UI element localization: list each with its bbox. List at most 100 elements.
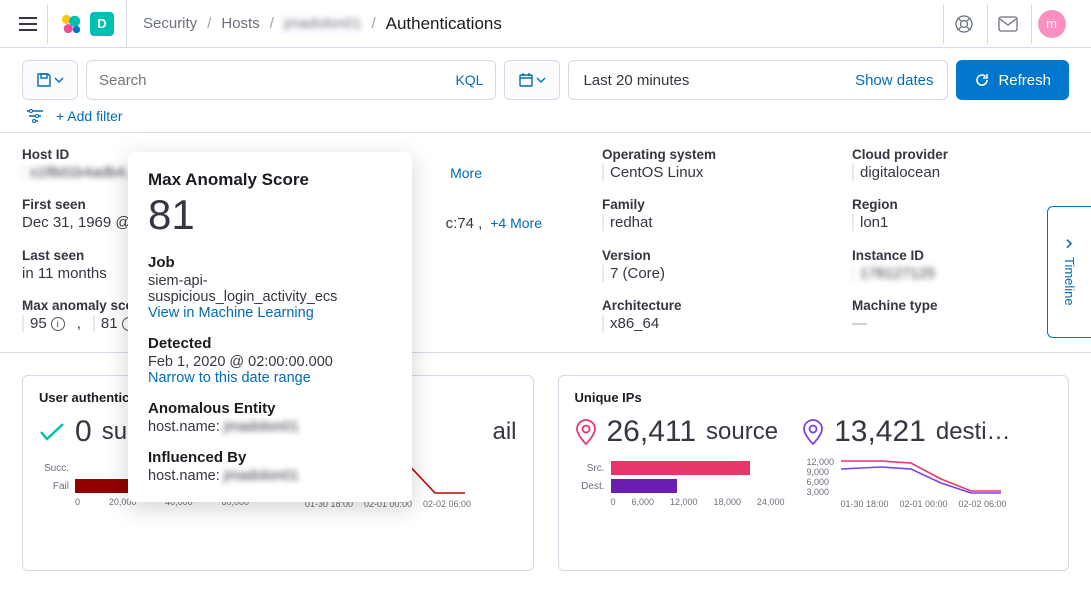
auth-fail-metric-partial: ail [492,418,516,446]
query-bar: KQL Last 20 minutes Show dates Refresh [0,48,1091,108]
breadcrumb-hostname[interactable]: jmadolon01 [284,15,362,32]
lifebuoy-icon [954,14,974,34]
ips-bar-dest-label: Dest. [575,481,605,492]
chevron-down-icon [54,77,64,83]
instance-value[interactable]: 178127125 [852,265,935,282]
checkmark-icon [39,422,65,442]
add-filter-link[interactable]: + Add filter [56,108,123,124]
popover-score: 81 [148,194,392,236]
family-value[interactable]: redhat [602,214,653,231]
filter-options-icon[interactable] [26,109,44,123]
ips-source-count: 26,411 [607,415,697,449]
popover-ml-link[interactable]: View in Machine Learning [148,305,392,321]
ips-source-label: source [706,418,778,446]
popover-influenced-value: host.name: jmadolon01 [148,468,392,484]
auth-success-metric: 0 su [39,415,127,449]
mail-icon [998,16,1018,32]
region-value[interactable]: lon1 [852,214,888,231]
popover-job-value: siem-api-suspicious_login_activity_ecs [148,273,392,305]
refresh-icon [974,72,990,88]
save-icon [36,72,52,88]
ips-line-svg [841,457,1001,497]
cloud-label: Cloud provider [852,147,1091,162]
ips-bar-src-label: Src. [575,463,605,474]
unique-ips-metrics: 26,411 source 13,421 desti… [575,415,1053,449]
arch-label: Architecture [602,298,842,313]
ips-line-chart: 12,0009,0006,0003,000 01-30 18:0002-01 0… [807,457,1007,509]
popover-detected-label: Detected [148,335,392,352]
breadcrumb-sep: / [270,15,274,32]
elastic-logo-icon [60,13,82,35]
auth-bar-succ-label: Succ. [39,463,69,474]
unique-ips-card: Unique IPs 26,411 source 13,421 desti… S… [558,375,1070,571]
menu-icon [19,17,37,31]
popover-narrow-link[interactable]: Narrow to this date range [148,370,392,386]
timeline-flyout-toggle[interactable]: Timeline [1047,206,1091,338]
calendar-icon [518,72,534,88]
ips-bar-chart: Src. Dest. 06,00012,00018,00024,000 [575,457,785,509]
version-label: Version [602,248,842,263]
ips-dest-count: 13,421 [834,415,926,449]
auth-bar-fail-label: Fail [39,481,69,492]
popover-title: Max Anomaly Score [148,170,392,190]
os-label: Operating system [602,147,842,162]
date-range-display[interactable]: Last 20 minutes Show dates [568,60,948,100]
help-button[interactable] [943,4,983,44]
search-box[interactable]: KQL [86,60,496,100]
breadcrumb-sep: / [371,15,375,32]
ips-line-xaxis: 01-30 18:0002-01 00:0002-02 06:00 [841,499,1007,509]
kql-toggle[interactable]: KQL [455,72,483,88]
os-value[interactable]: CentOS Linux [602,164,703,181]
breadcrumb-sep: / [207,15,211,32]
ips-source-metric: 26,411 source [575,415,779,449]
auth-fail-label-partial: ail [492,418,516,446]
unique-ips-title: Unique IPs [575,390,1053,405]
arch-value[interactable]: x86_64 [602,315,659,332]
refresh-button[interactable]: Refresh [956,60,1069,100]
ip-more-link[interactable]: More [450,165,482,181]
topbar-icons: m [943,4,1083,44]
info-icon[interactable]: i [51,317,65,331]
show-dates-link[interactable]: Show dates [855,72,933,89]
saved-query-button[interactable] [22,60,78,100]
newsfeed-button[interactable] [987,4,1027,44]
hamburger-menu-button[interactable] [8,4,48,44]
search-input[interactable] [99,72,455,89]
mac-fragment: c:74 , [446,215,483,232]
timeline-label: Timeline [1062,257,1077,306]
anomaly-score-1[interactable]: 95 i [22,315,65,332]
filter-row: + Add filter [0,108,1091,132]
mac-more-link[interactable]: +4 More [490,215,542,232]
refresh-label: Refresh [998,72,1051,89]
map-pin-icon [575,419,597,445]
chevron-down-icon [536,77,546,83]
popover-entity-label: Anomalous Entity [148,400,392,417]
chevron-left-icon [1065,239,1075,249]
breadcrumb-hosts[interactable]: Hosts [221,15,259,32]
popover-entity-value: host.name: jmadolon01 [148,419,392,435]
auth-success-label-partial: su [102,418,127,446]
auth-success-count: 0 [75,415,92,449]
ips-line-yaxis: 12,0009,0006,0003,000 [807,457,835,493]
popover-detected-value: Feb 1, 2020 @ 02:00:00.000 [148,354,392,370]
space-badge[interactable]: D [90,12,114,36]
ips-charts: Src. Dest. 06,00012,00018,00024,000 12,0… [575,457,1053,509]
ips-dest-metric: 13,421 desti… [802,415,1010,449]
popover-influenced-label: Influenced By [148,449,392,466]
breadcrumb-security[interactable]: Security [143,15,197,32]
ips-bar-xaxis: 06,00012,00018,00024,000 [575,497,785,507]
breadcrumbs: Security / Hosts / jmadolon01 / Authenti… [127,14,943,34]
ips-dest-label: desti… [936,418,1011,446]
logo-block: D [48,0,127,47]
family-label: Family [602,197,842,212]
map-pin-icon [802,419,824,445]
user-menu-button[interactable]: m [1031,4,1071,44]
date-range-text: Last 20 minutes [583,72,689,89]
popover-job-label: Job [148,254,392,271]
anomaly-popover: Max Anomaly Score 81 Job siem-api-suspic… [128,152,412,502]
host-id-value[interactable]: s1f8d1b4adb4… [22,164,140,181]
date-quick-button[interactable] [504,60,560,100]
version-value[interactable]: 7 (Core) [602,265,665,282]
cloud-value[interactable]: digitalocean [852,164,940,181]
avatar: m [1038,10,1066,38]
